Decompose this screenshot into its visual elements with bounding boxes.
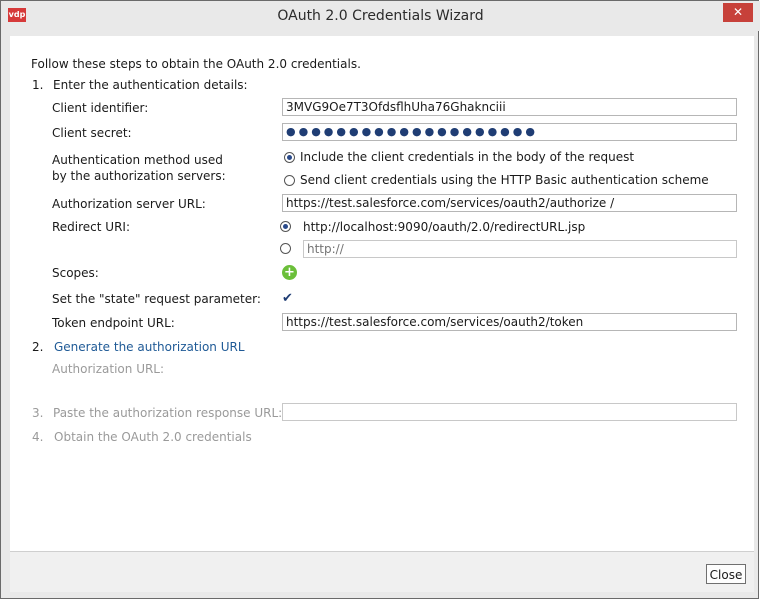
state-param-label: Set the "state" request parameter: — [52, 292, 261, 306]
auth-method-basic-label[interactable]: Send client credentials using the HTTP B… — [300, 173, 709, 187]
scopes-label: Scopes: — [52, 266, 99, 280]
dialog-footer: Close — [10, 551, 754, 592]
auth-method-body-label[interactable]: Include the client credentials in the bo… — [300, 150, 634, 164]
auth-method-label-line2: by the authorization servers: — [52, 169, 226, 183]
step-3-number: 3. — [32, 406, 44, 420]
step-4-label: Obtain the OAuth 2.0 credentials — [54, 430, 252, 444]
step-1-number: 1. — [32, 78, 44, 92]
token-endpoint-url-label: Token endpoint URL: — [52, 316, 175, 330]
redirect-uri-label: Redirect URI: — [52, 220, 131, 234]
token-endpoint-url-input[interactable] — [282, 313, 737, 331]
step-1-label: Enter the authentication details: — [53, 78, 248, 92]
authorization-server-url-input[interactable] — [282, 194, 737, 212]
step-2-number: 2. — [32, 340, 44, 354]
authorization-url-label: Authorization URL: — [52, 362, 165, 376]
add-scope-icon[interactable]: + — [282, 265, 297, 280]
client-identifier-input[interactable] — [282, 98, 737, 116]
authorization-response-url-input[interactable] — [282, 403, 737, 421]
title-bar: vdp OAuth 2.0 Credentials Wizard ✕ — [1, 1, 760, 31]
client-secret-label: Client secret: — [52, 126, 132, 140]
redirect-uri-custom-radio[interactable] — [280, 243, 291, 254]
redirect-uri-default-radio[interactable] — [280, 221, 291, 232]
redirect-uri-custom-input[interactable] — [303, 240, 737, 258]
generate-authorization-url-link[interactable]: Generate the authorization URL — [54, 340, 245, 354]
wizard-window: vdp OAuth 2.0 Credentials Wizard ✕ Follo… — [0, 0, 760, 599]
auth-method-body-radio[interactable] — [284, 152, 295, 163]
window-close-button[interactable]: ✕ — [723, 3, 753, 22]
authorization-server-url-label: Authorization server URL: — [52, 197, 206, 211]
close-button[interactable]: Close — [706, 564, 746, 584]
client-secret-input[interactable]: ●●●●●●●●●●●●●●●●●●●● — [282, 123, 737, 141]
window-title: OAuth 2.0 Credentials Wizard — [277, 8, 484, 24]
intro-text: Follow these steps to obtain the OAuth 2… — [31, 57, 361, 71]
step-4-number: 4. — [32, 430, 44, 444]
auth-method-basic-radio[interactable] — [284, 175, 295, 186]
client-identifier-label: Client identifier: — [52, 101, 149, 115]
auth-method-label-line1: Authentication method used — [52, 153, 223, 167]
wizard-content: Follow these steps to obtain the OAuth 2… — [10, 36, 754, 551]
redirect-uri-default-label[interactable]: http://localhost:9090/oauth/2.0/redirect… — [303, 220, 585, 234]
step-3-label: Paste the authorization response URL: — [53, 406, 283, 420]
state-param-checkbox[interactable]: ✔ — [282, 292, 295, 305]
